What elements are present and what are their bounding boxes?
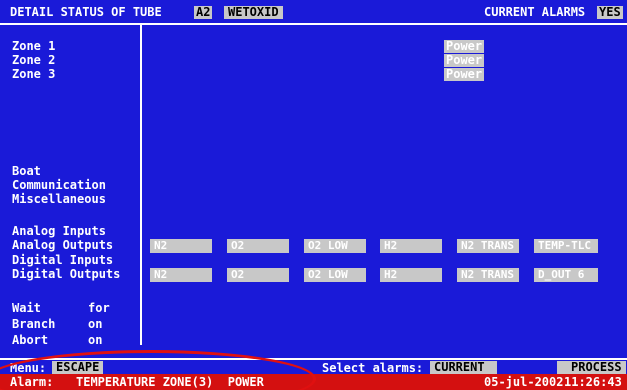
alarm-date: 05-jul-2002 [484,375,564,389]
alarm-label: Alarm: [10,375,54,389]
header-divider [0,23,627,25]
digital-output-channel[interactable]: O2 LOW [304,268,366,282]
abort-label: Abort [12,333,49,347]
analog-output-channel[interactable]: O2 LOW [304,239,366,253]
boat-label: Boat [12,164,41,178]
current-alarms-toggle[interactable]: YES [597,6,623,19]
branch-value: on [88,317,103,331]
digital-output-channel[interactable]: N2 [150,268,212,282]
process-alarms-button[interactable]: PROCESS [557,361,626,374]
wait-value: for [88,301,110,315]
alarm-message: TEMPERATURE ZONE(3) POWER [76,375,264,389]
digital-output-channel[interactable]: N2 TRANS [457,268,519,282]
wait-label: Wait [12,301,41,315]
current-alarms-button[interactable]: CURRENT [430,361,497,374]
zone-1-status: Power [444,39,485,53]
zone-2-label: Zone 2 [12,53,56,67]
analog-output-channel[interactable]: N2 TRANS [457,239,519,253]
analog-output-channel[interactable]: O2 [227,239,289,253]
vertical-divider [140,25,142,345]
analog-output-channel[interactable]: H2 [380,239,442,253]
analog-output-channel[interactable]: TEMP-TLC [534,239,598,253]
communication-label: Communication [12,178,106,192]
miscellaneous-label: Miscellaneous [12,192,106,206]
digital-outputs-label: Digital Outputs [12,267,121,281]
tube-id-field[interactable]: A2 [194,6,213,19]
page-title: DETAIL STATUS OF TUBE [10,5,162,19]
abort-value: on [88,333,103,347]
tube-status-screen: DETAIL STATUS OF TUBE A2 WETOXID CURRENT… [0,0,627,390]
zone-3-status: Power [444,67,485,81]
zone-1-label: Zone 1 [12,39,56,53]
analog-inputs-label: Analog Inputs [12,224,106,238]
digital-output-channel[interactable]: H2 [380,268,442,282]
escape-button[interactable]: ESCAPE [52,361,104,374]
branch-label: Branch [12,317,56,331]
alarm-time: 11:26:43 [564,375,622,389]
digital-output-channel[interactable]: O2 [227,268,289,282]
digital-inputs-label: Digital Inputs [12,253,114,267]
analog-output-channel[interactable]: N2 [150,239,212,253]
process-name-field[interactable]: WETOXID [224,6,283,19]
current-alarms-label: CURRENT ALARMS [484,5,586,19]
zone-3-label: Zone 3 [12,67,56,81]
zone-2-status: Power [444,53,485,67]
digital-output-channel[interactable]: D_OUT 6 [534,268,598,282]
analog-outputs-label: Analog Outputs [12,238,114,252]
